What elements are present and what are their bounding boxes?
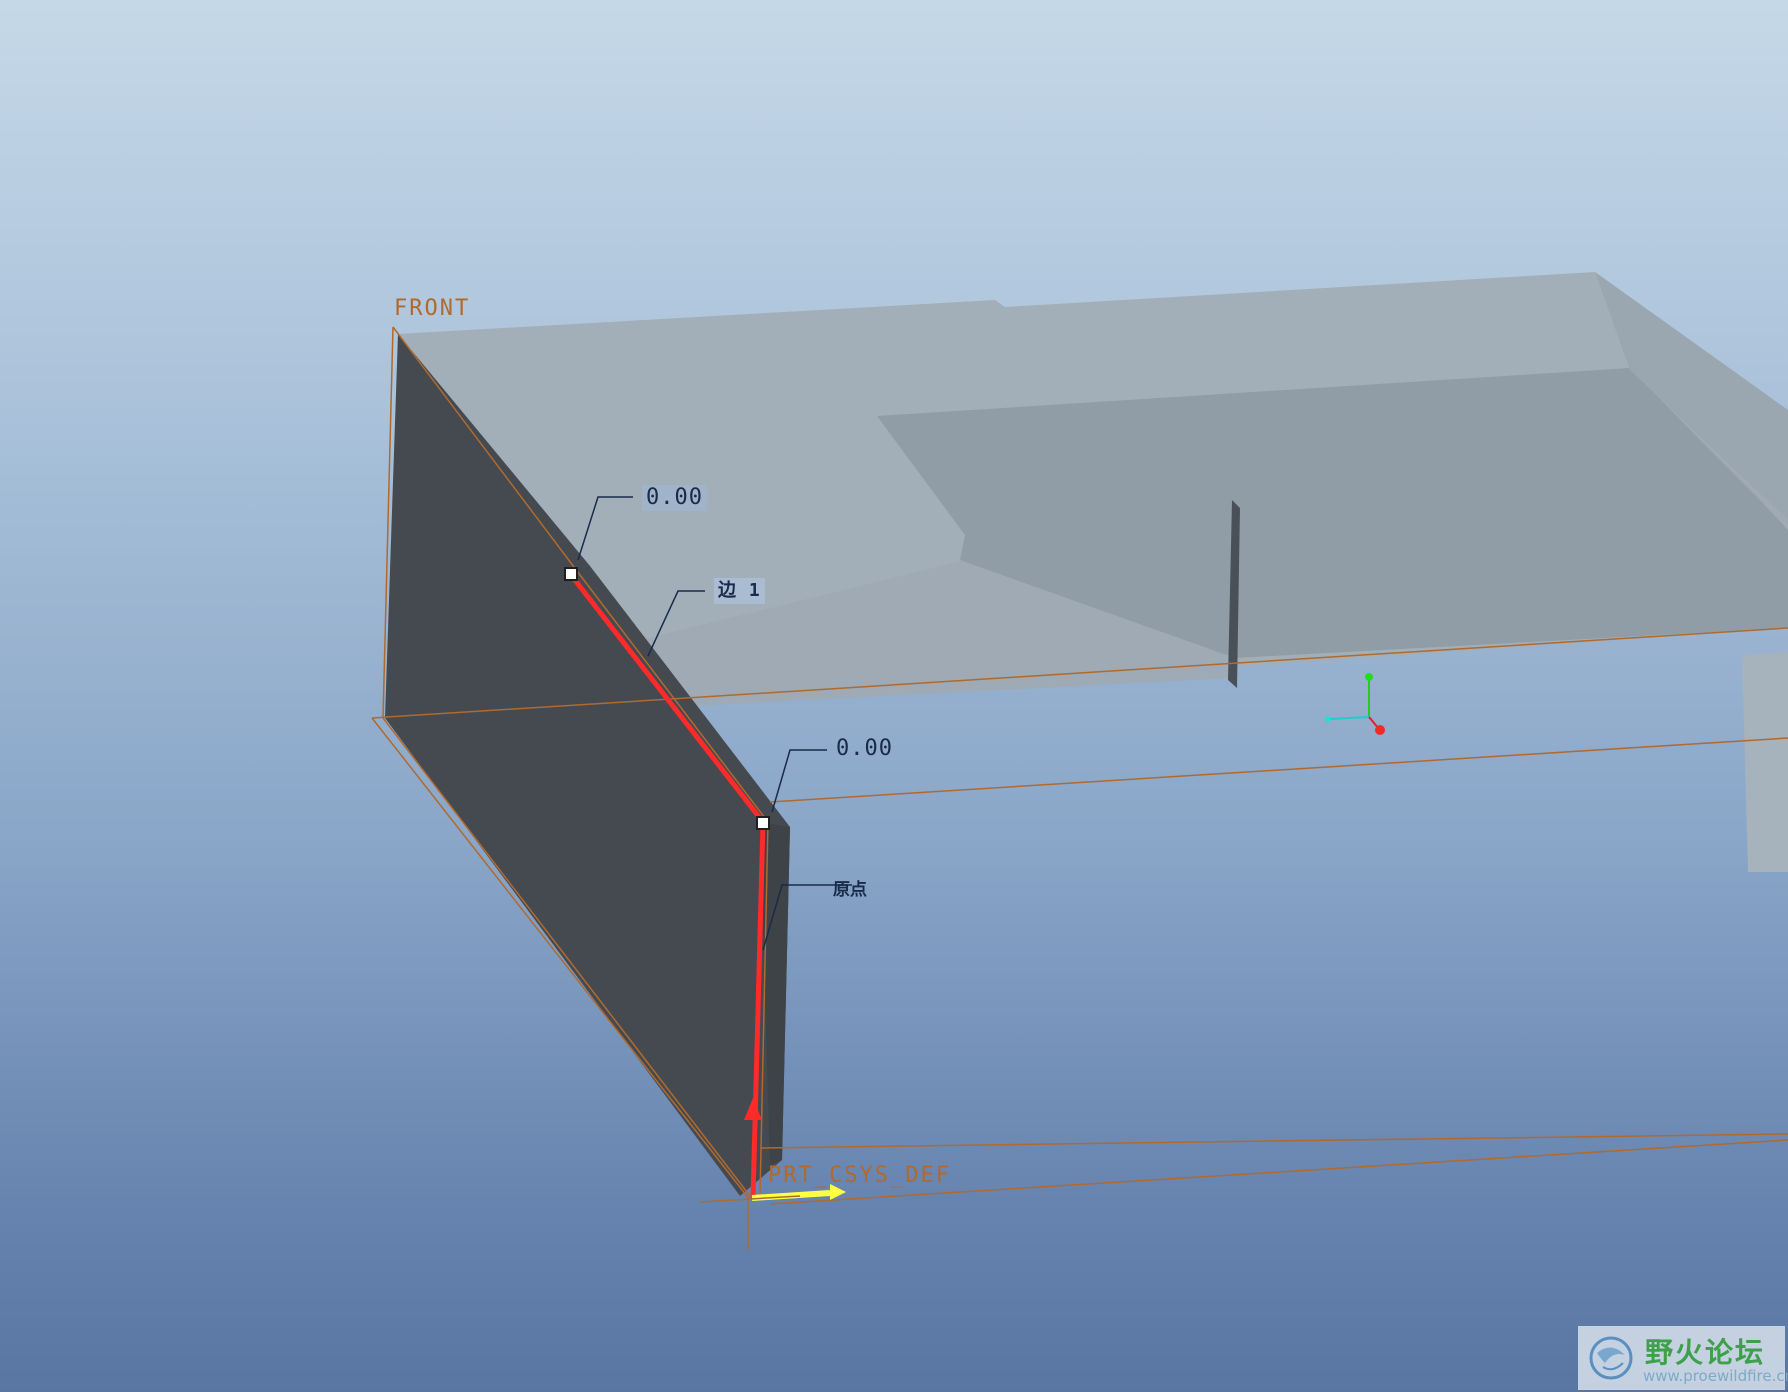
top-point-dimension[interactable]: 0.00: [642, 485, 707, 511]
drag-handle-icon[interactable]: [756, 816, 770, 830]
view-triad-icon: [1325, 673, 1385, 735]
origin-reference-label[interactable]: 原点: [833, 875, 867, 900]
watermark-title: 野火论坛: [1645, 1336, 1766, 1369]
drag-handle-icon[interactable]: [564, 567, 578, 581]
graphics-viewport[interactable]: FRONT PRT_CSYS_DEF 0.00 边 1 0.00 原点 野火论坛…: [0, 0, 1788, 1392]
part-right-wall: [1742, 652, 1788, 872]
watermark-url: www.proewildfire.cn: [1643, 1367, 1788, 1385]
edge-reference-label[interactable]: 边 1: [714, 578, 765, 604]
csys-label: PRT_CSYS_DEF: [768, 1163, 951, 1188]
bottom-point-dimension[interactable]: 0.00: [836, 736, 893, 761]
forum-logo-icon: [1589, 1336, 1633, 1380]
front-plane-label: FRONT: [394, 296, 471, 321]
forum-watermark: 野火论坛 www.proewildfire.cn: [1578, 1326, 1788, 1390]
